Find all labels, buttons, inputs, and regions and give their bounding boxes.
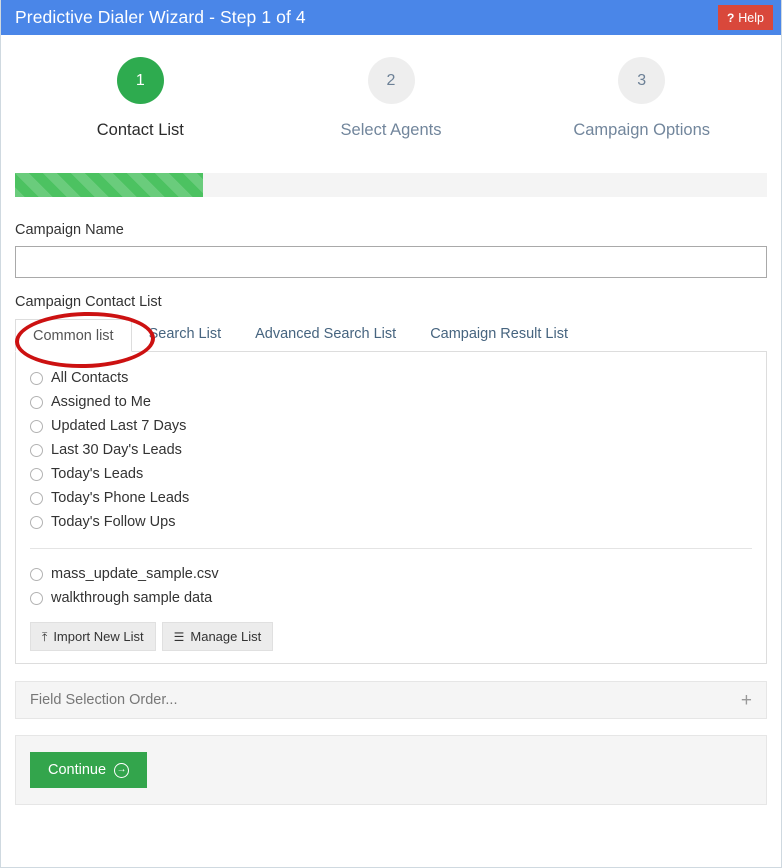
radio-assigned-to-me[interactable]: Assigned to Me [30,390,752,414]
radio-todays-follow-ups[interactable]: Today's Follow Ups [30,510,752,534]
wizard-footer: Continue → [15,735,767,805]
field-selection-order-accordion[interactable]: Field Selection Order... + [15,681,767,719]
manage-list-label: Manage List [190,629,262,644]
step-3-circle: 3 [618,57,666,104]
radio-icon [30,371,43,385]
radio-all-contacts[interactable]: All Contacts [30,366,752,390]
step-2-circle: 2 [367,57,415,104]
page-title: Predictive Dialer Wizard - Step 1 of 4 [15,7,306,27]
radio-icon [30,591,43,605]
radio-label: Assigned to Me [51,394,151,410]
wizard-body: 1 Contact List 2 Select Agents 3 Campaig… [1,35,781,867]
radio-todays-phone-leads[interactable]: Today's Phone Leads [30,486,752,510]
radio-label: Today's Follow Ups [51,514,176,530]
radio-icon [30,443,43,457]
radio-icon [30,395,43,409]
campaign-name-input[interactable] [15,246,767,278]
radio-label: Today's Leads [51,466,144,482]
tab-search-list[interactable]: Search List [132,318,239,351]
radio-label: Updated Last 7 Days [51,418,187,434]
radio-icon [30,567,43,581]
help-button[interactable]: ? Help [717,5,773,30]
upload-icon: ⤒ [42,629,48,644]
radio-label: walkthrough sample data [51,590,213,606]
field-selection-order-title: Field Selection Order... [30,692,178,708]
question-mark-icon: ? [726,10,735,25]
step-3-campaign-options[interactable]: 3 Campaign Options [516,57,767,140]
wizard-window: Predictive Dialer Wizard - Step 1 of 4 ?… [0,0,782,868]
radio-label: Last 30 Day's Leads [51,442,182,458]
step-1-contact-list[interactable]: 1 Contact List [15,57,266,140]
continue-button-label: Continue [48,762,107,778]
step-3-label: Campaign Options [573,121,711,139]
list-divider [30,548,752,549]
step-1-circle: 1 [116,57,164,104]
radio-todays-leads[interactable]: Today's Leads [30,462,752,486]
radio-last-30-days-leads[interactable]: Last 30 Day's Leads [30,438,752,462]
tab-campaign-result-list[interactable]: Campaign Result List [413,318,585,351]
step-2-label: Select Agents [340,121,442,139]
tab-common-list[interactable]: Common list [15,319,132,352]
list-actions: ⤒ Import New List ☰ Manage List [30,622,752,651]
radio-icon [30,419,43,433]
import-new-list-button[interactable]: ⤒ Import New List [30,622,156,651]
campaign-contact-list-label: Campaign Contact List [15,294,162,310]
radio-icon [30,491,43,505]
help-button-label: Help [738,10,764,25]
radio-label: All Contacts [51,370,129,386]
title-bar: Predictive Dialer Wizard - Step 1 of 4 ?… [1,0,781,35]
step-indicator: 1 Contact List 2 Select Agents 3 Campaig… [15,35,767,140]
radio-icon [30,515,43,529]
arrow-right-circle-icon: → [114,762,130,778]
contact-list-tabs-host: Common list Search List Advanced Search … [14,310,767,370]
radio-mass-update-sample-csv[interactable]: mass_update_sample.csv [30,562,752,586]
manage-list-button[interactable]: ☰ Manage List [161,622,274,651]
tab-advanced-search-list[interactable]: Advanced Search List [238,318,413,351]
radio-icon [30,467,43,481]
progress-track [15,173,767,197]
radio-label: Today's Phone Leads [51,490,190,506]
radio-label: mass_update_sample.csv [51,566,219,582]
import-new-list-label: Import New List [53,629,144,644]
step-2-select-agents[interactable]: 2 Select Agents [266,57,517,140]
step-1-label: Contact List [96,121,184,139]
hamburger-icon: ☰ [173,629,185,644]
radio-walkthrough-sample-data[interactable]: walkthrough sample data [30,586,752,610]
radio-updated-last-7-days[interactable]: Updated Last 7 Days [30,414,752,438]
continue-button[interactable]: Continue → [30,752,148,788]
common-list-panel: All Contacts Assigned to Me Updated Last… [15,352,767,664]
plus-icon: + [740,689,752,711]
progress-bar-fill [15,173,203,197]
campaign-name-label: Campaign Name [15,222,124,238]
contact-list-tabs: Common list Search List Advanced Search … [15,318,767,352]
